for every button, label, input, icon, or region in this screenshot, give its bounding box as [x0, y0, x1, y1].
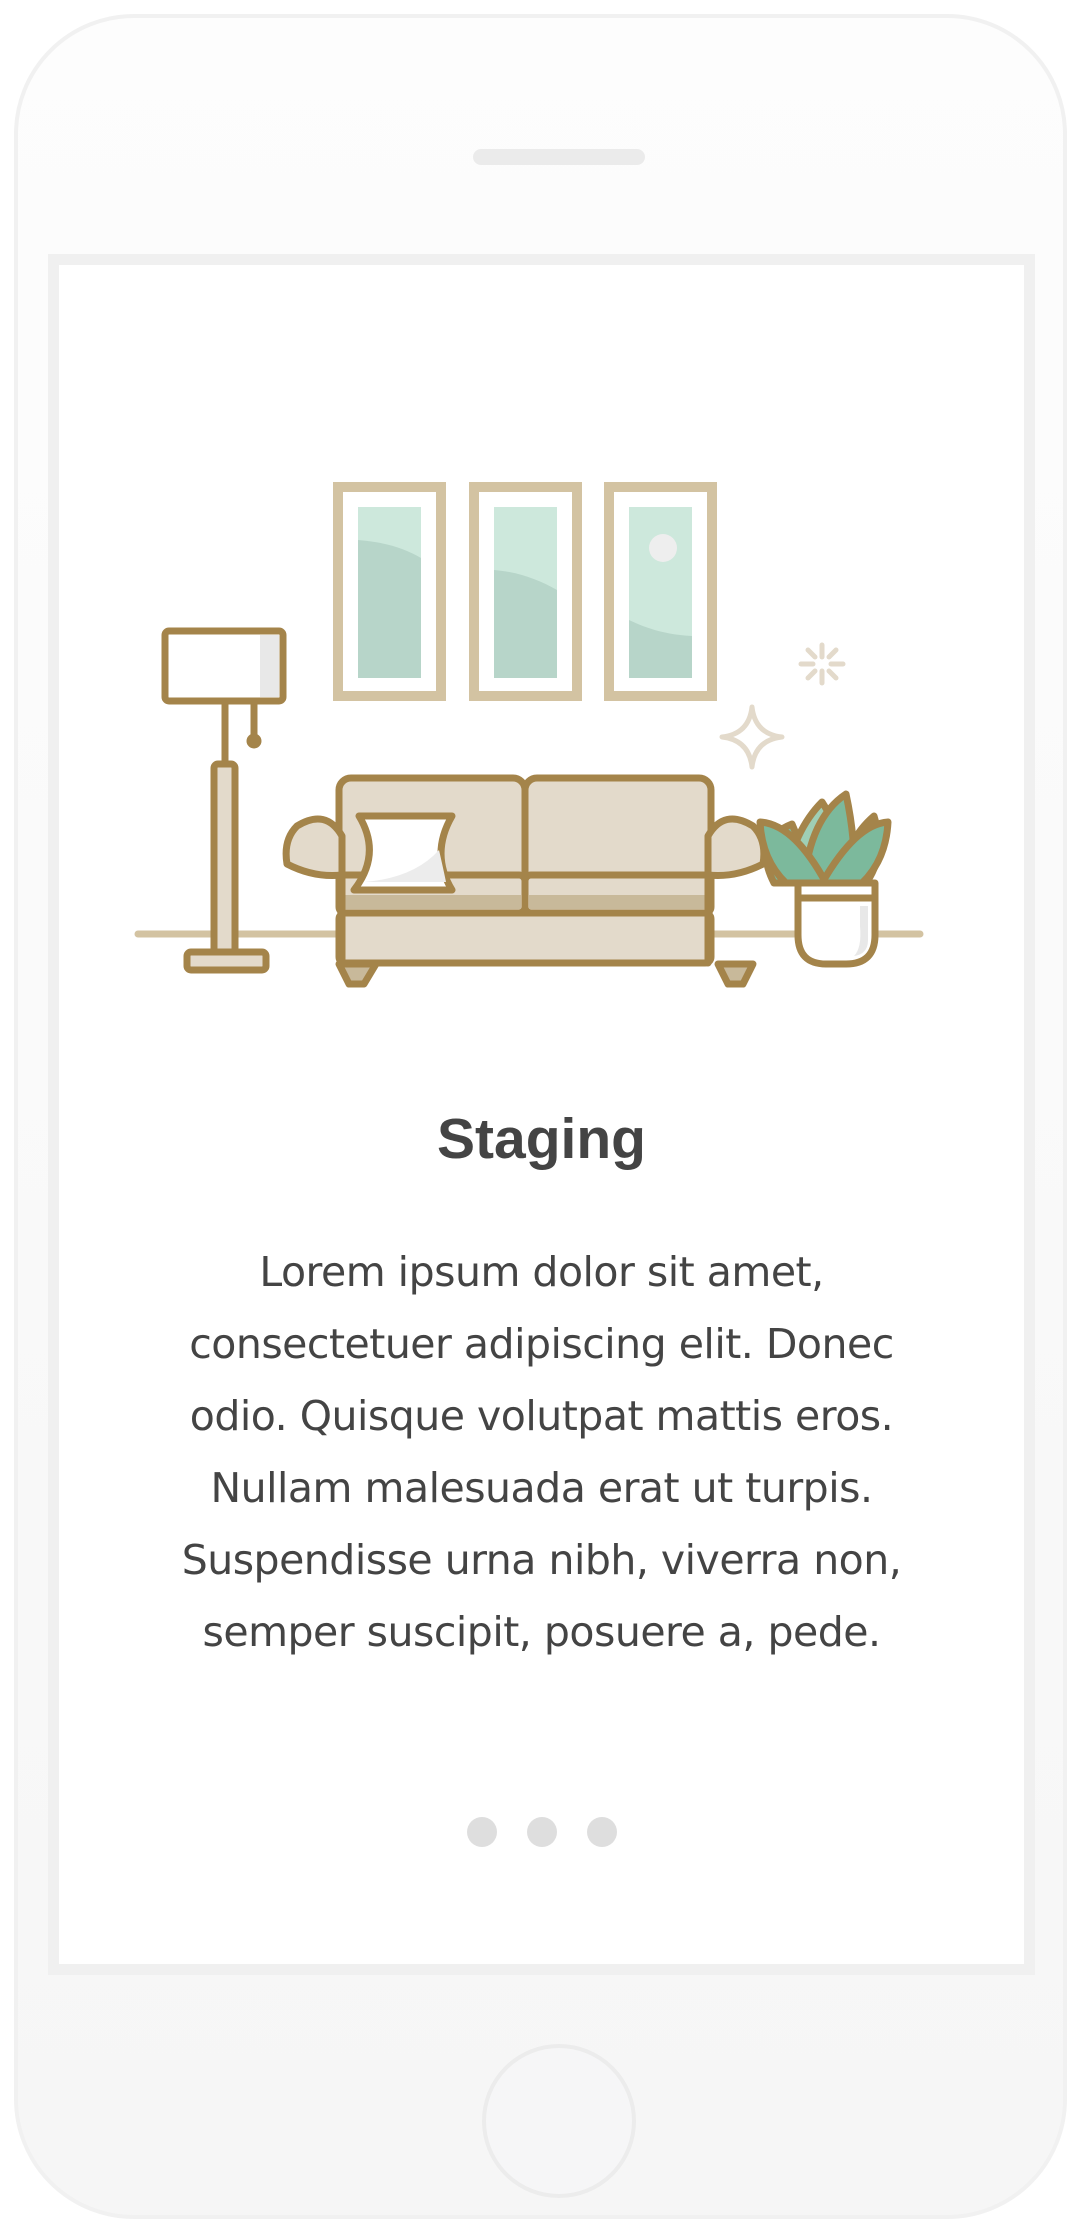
floor-lamp	[161, 627, 287, 974]
page-indicator	[0, 1817, 1083, 1847]
phone-speaker	[473, 149, 645, 165]
page-dot-1[interactable]	[466, 1817, 497, 1847]
sofa	[282, 774, 768, 988]
onboarding-title: Staging	[437, 1107, 646, 1171]
wall-art-left	[333, 482, 446, 701]
page-dot-3[interactable]	[586, 1817, 617, 1847]
page-dot-2[interactable]	[526, 1817, 557, 1847]
living-room-illustration	[134, 482, 924, 988]
wall-art-right	[604, 482, 717, 701]
sparkle-star	[719, 704, 785, 770]
home-button[interactable]	[482, 2044, 636, 2198]
onboarding-description: Lorem ipsum dolor sit amet, consectetuer…	[181, 1248, 902, 1656]
wall-art-middle	[469, 482, 582, 701]
potted-plant	[756, 790, 892, 968]
sparkle-burst	[798, 642, 846, 686]
